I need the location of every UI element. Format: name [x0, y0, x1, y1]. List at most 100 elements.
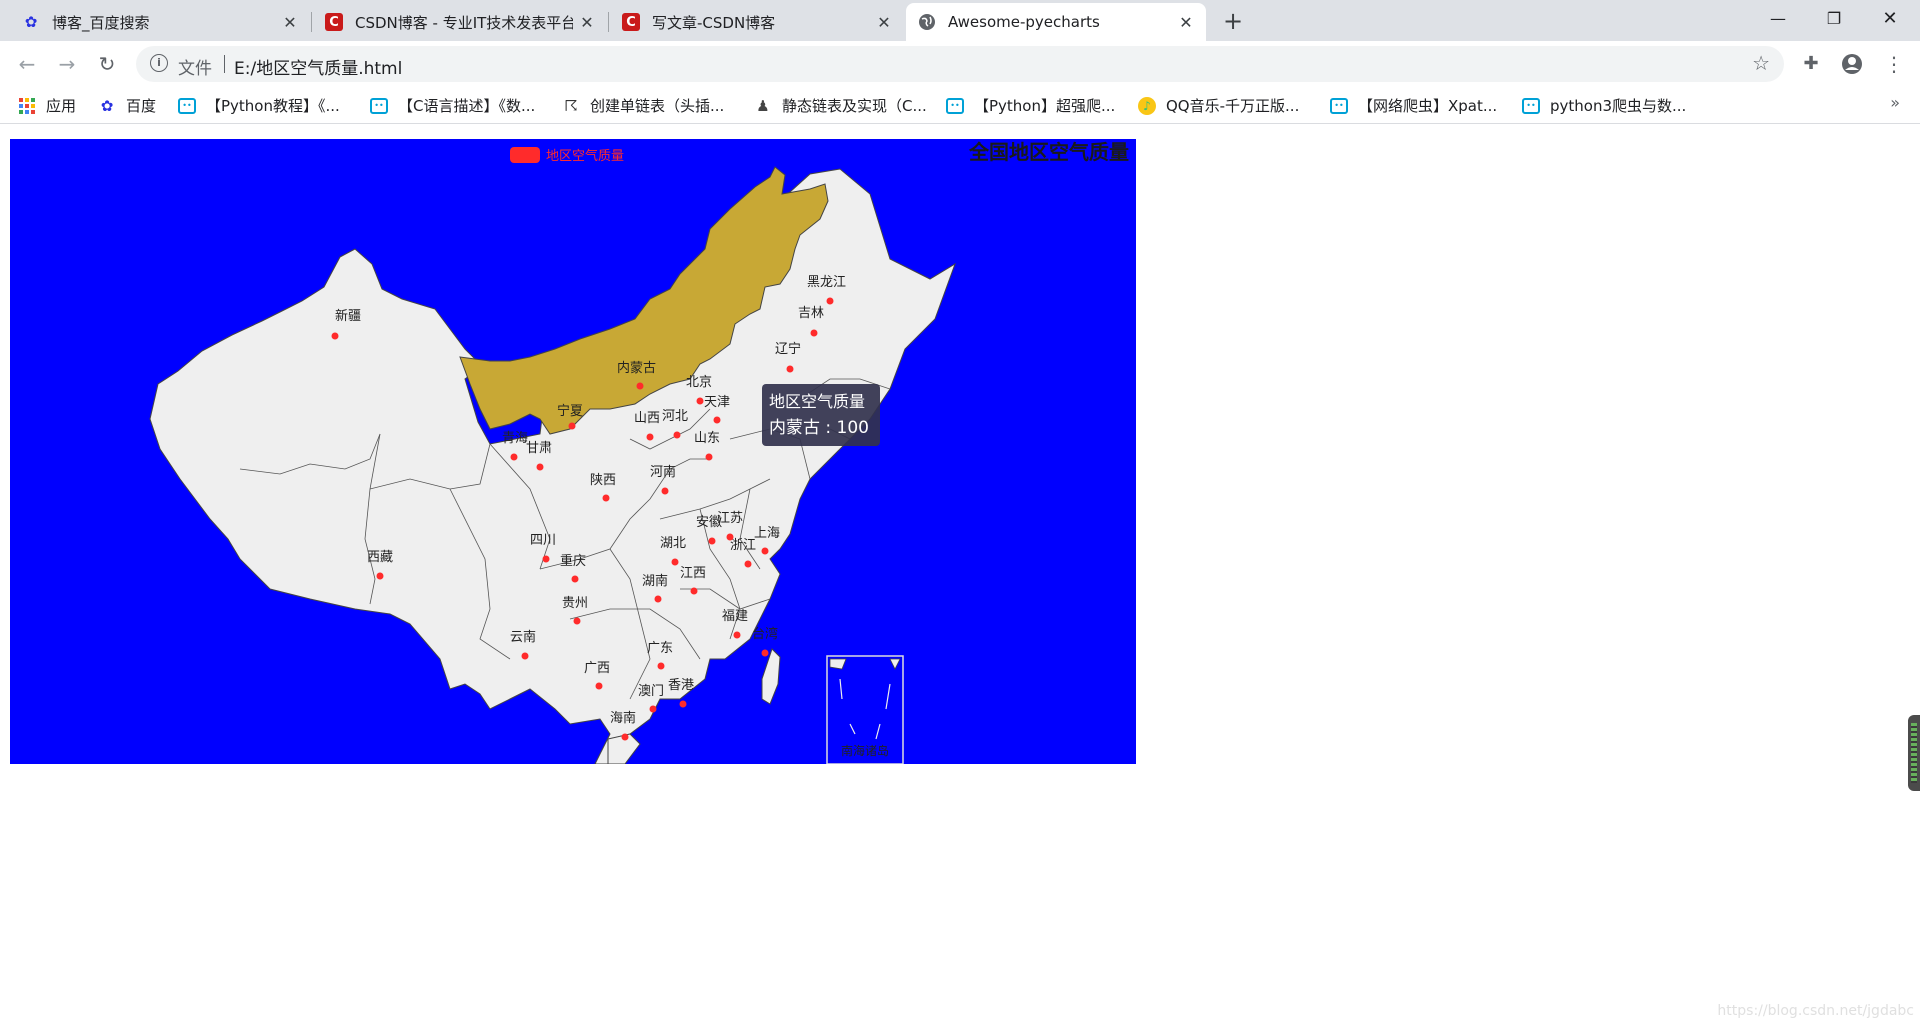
- label-yunnan: 云南: [510, 629, 536, 645]
- tab-write-article[interactable]: C 写文章-CSDN博客 ✕: [610, 3, 904, 41]
- label-guizhou: 贵州: [562, 596, 588, 611]
- marker-liaoning: [786, 365, 794, 373]
- reload-icon[interactable]: ↻: [92, 49, 122, 79]
- bookmark-python-crawler[interactable]: •• 【Python】超强爬...: [946, 95, 1115, 116]
- bookmark-qq-music[interactable]: ♪ QQ音乐-千万正版...: [1138, 95, 1299, 116]
- person-icon: ♟: [756, 96, 770, 115]
- address-bar[interactable]: i 文件 E:/地区空气质量.html ☆: [136, 46, 1784, 82]
- bookmark-static-list[interactable]: ♟ 静态链表及实现（C...: [754, 95, 927, 116]
- baidu-paw-icon: ✿: [24, 13, 38, 31]
- scroll-widget[interactable]: [1908, 715, 1920, 791]
- tooltip: 地区空气质量 内蒙古 : 100: [762, 384, 880, 446]
- label-henan: 河南: [650, 464, 676, 480]
- tab-label: CSDN博客 - 专业IT技术发表平台: [355, 13, 573, 32]
- china-map-chart[interactable]: 南海诸岛 新疆 西藏 青海 甘肃 宁夏 内蒙古 黑龙江 吉林 辽宁 北京 天津 …: [10, 139, 1136, 764]
- tab-csdn[interactable]: C CSDN博客 - 专业IT技术发表平台 ✕: [313, 3, 607, 41]
- bookmark-label: 百度: [126, 97, 157, 115]
- extensions-puzzle-icon[interactable]: ✚: [1797, 50, 1825, 78]
- bilibili-icon: ••: [946, 97, 964, 114]
- tab-strip: ✿ 博客_百度搜索 ✕ C CSDN博客 - 专业IT技术发表平台 ✕ C 写文…: [0, 0, 1920, 41]
- bookmark-baidu[interactable]: ✿ 百度: [98, 95, 156, 116]
- new-tab-button[interactable]: +: [1218, 6, 1248, 36]
- label-guangdong: 广东: [647, 641, 673, 656]
- label-guangxi: 广西: [584, 661, 610, 676]
- marker-guangdong: [657, 662, 665, 670]
- address-scheme-label: 文件: [178, 59, 212, 79]
- label-jiangsu: 江苏: [717, 510, 743, 526]
- label-shanxi: 山西: [634, 411, 660, 426]
- back-arrow-icon[interactable]: ←: [12, 49, 42, 79]
- tab-awesome-pyecharts[interactable]: Awesome-pyecharts ✕: [906, 3, 1206, 41]
- label-heilongjiang: 黑龙江: [807, 275, 846, 290]
- china-map-svg: 南海诸岛 新疆 西藏 青海 甘肃 宁夏 内蒙古 黑龙江 吉林 辽宁 北京 天津 …: [149, 140, 1129, 764]
- bookmark-star-icon[interactable]: ☆: [1752, 51, 1770, 75]
- bookmarks-overflow-chevron-icon[interactable]: »: [1890, 93, 1900, 112]
- close-icon[interactable]: ✕: [282, 13, 298, 32]
- address-url[interactable]: E:/地区空气质量.html: [234, 54, 402, 79]
- label-aomen: 澳门: [638, 683, 664, 699]
- label-hubei: 湖北: [660, 536, 686, 551]
- bilibili-icon: ••: [1522, 97, 1540, 114]
- tab-separator: [311, 12, 312, 32]
- apps-grid-icon: [18, 97, 36, 115]
- close-icon[interactable]: ✕: [579, 13, 595, 32]
- label-jilin: 吉林: [798, 306, 824, 321]
- marker-jiangsu: [726, 533, 734, 541]
- info-icon[interactable]: i: [150, 54, 168, 72]
- qqmusic-icon: ♪: [1138, 96, 1156, 115]
- label-liaoning: 辽宁: [775, 341, 801, 357]
- marker-shanxi: [646, 433, 654, 441]
- marker-beijing: [696, 397, 704, 405]
- label-beijing: 北京: [686, 375, 712, 390]
- label-sichuan: 四川: [530, 533, 556, 548]
- bookmark-label: 【C语言描述】《数...: [398, 97, 536, 115]
- marker-heilongjiang: [826, 297, 834, 305]
- restore-button[interactable]: ❐: [1806, 0, 1862, 38]
- tab-separator: [608, 12, 609, 32]
- tab-label: 博客_百度搜索: [52, 13, 150, 32]
- bookmark-label: 创建单链表（头插...: [590, 97, 725, 115]
- label-qinghai: 青海: [502, 431, 528, 446]
- marker-taiwan: [761, 649, 769, 657]
- label-zhejiang: 浙江: [730, 538, 756, 553]
- legend-label[interactable]: 地区空气质量: [546, 148, 624, 164]
- tooltip-value: 内蒙古 : 100: [769, 418, 869, 438]
- close-icon[interactable]: ✕: [876, 13, 892, 32]
- bookmark-linked-list[interactable]: ☈ 创建单链表（头插...: [562, 95, 724, 116]
- tab-baidu-search[interactable]: ✿ 博客_百度搜索 ✕: [10, 3, 310, 41]
- marker-yunnan: [521, 652, 529, 660]
- bookmark-xpath[interactable]: •• 【网络爬虫】Xpat...: [1330, 95, 1497, 116]
- watermark: https://blog.csdn.net/jgdabc: [1717, 1003, 1914, 1019]
- bookmark-python3-crawler[interactable]: •• python3爬虫与数...: [1522, 95, 1686, 116]
- marker-ningxia: [568, 422, 576, 430]
- tab-label: 写文章-CSDN博客: [652, 13, 776, 32]
- marker-tianjin: [713, 416, 721, 424]
- bookmark-label: 【网络爬虫】Xpat...: [1358, 97, 1498, 115]
- label-neimenggu: 内蒙古: [617, 360, 656, 376]
- label-ningxia: 宁夏: [557, 403, 583, 419]
- china-landmass: [149, 168, 956, 764]
- profile-avatar-icon[interactable]: [1838, 50, 1866, 78]
- csdn-logo-icon: C: [622, 13, 640, 31]
- bookmark-label: QQ音乐-千万正版...: [1166, 97, 1300, 115]
- globe-icon: [918, 13, 936, 31]
- marker-xizang: [376, 572, 384, 580]
- bookmark-apps[interactable]: 应用: [18, 95, 76, 116]
- minimize-button[interactable]: —: [1750, 0, 1806, 38]
- chart-title: 全国地区空气质量: [968, 140, 1129, 164]
- marker-neimenggu: [636, 382, 644, 390]
- bookmark-c-language[interactable]: •• 【C语言描述】《数...: [370, 95, 535, 116]
- marker-shanghai: [761, 547, 769, 555]
- label-shanghai: 上海: [754, 526, 780, 541]
- close-window-button[interactable]: ✕: [1862, 0, 1918, 38]
- menu-kebab-icon[interactable]: ⋮: [1880, 50, 1908, 78]
- legend-swatch[interactable]: [510, 147, 540, 163]
- forward-arrow-icon[interactable]: →: [52, 49, 82, 79]
- label-xinjiang: 新疆: [335, 308, 361, 324]
- marker-chongqing: [571, 575, 579, 583]
- bookmark-python-tutorial[interactable]: •• 【Python教程】《...: [178, 95, 340, 116]
- close-icon[interactable]: ✕: [1178, 13, 1194, 32]
- marker-gansu: [536, 463, 544, 471]
- marker-guangxi: [595, 682, 603, 690]
- marker-shandong: [705, 453, 713, 461]
